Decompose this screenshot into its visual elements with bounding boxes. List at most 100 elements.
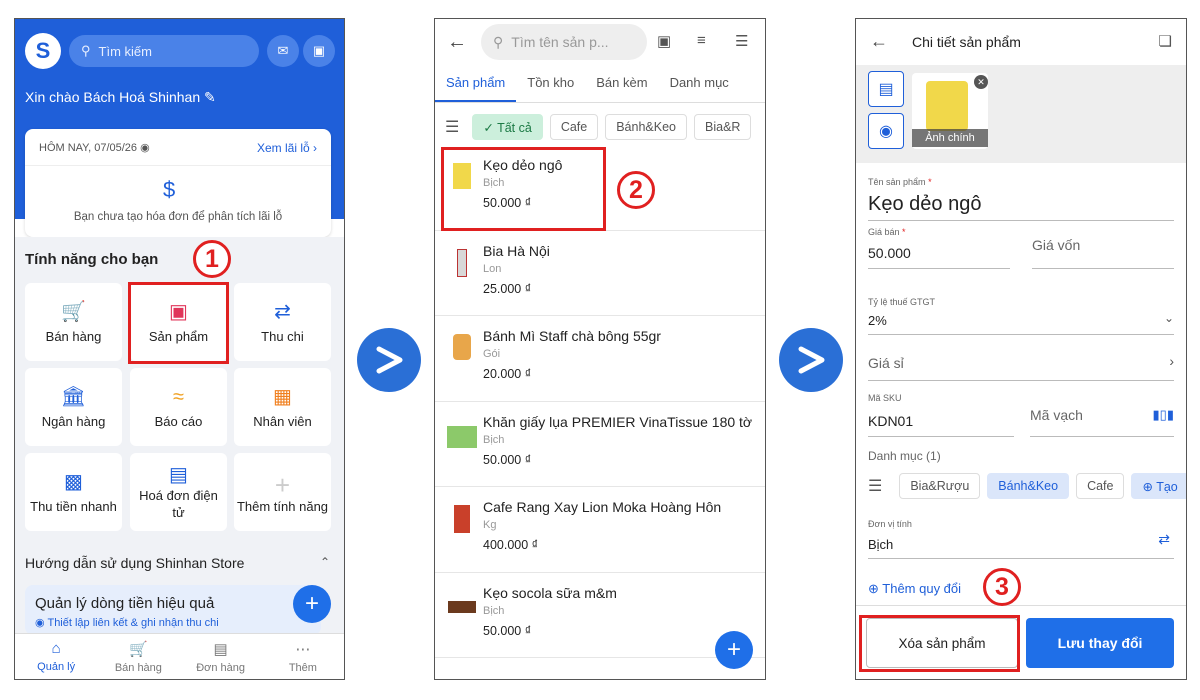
feature-add-more[interactable]: + Thêm tính năng <box>234 453 331 531</box>
chat-icon[interactable]: ✉ <box>267 35 299 67</box>
feature-income-expense[interactable]: ⇄ Thu chi <box>234 283 331 361</box>
swap-icon[interactable]: ⇄ <box>1158 531 1170 548</box>
eye-icon[interactable]: ◉ <box>140 142 150 154</box>
report-date: HÔM NAY, 07/05/26 ◉ <box>39 142 150 154</box>
edit-icon[interactable]: ✎ <box>204 89 216 105</box>
category-chip[interactable]: Bia&Rượu <box>899 473 981 499</box>
copy-icon[interactable]: ❏ <box>1159 32 1172 50</box>
promo-subtitle: ◉ Thiết lập liên kết & ghi nhận thu chi <box>35 617 219 629</box>
cost-price-field[interactable]: Giá vốn <box>1032 227 1174 269</box>
menu-icon[interactable]: ☰ <box>445 117 459 137</box>
cart-icon: 🛒 <box>129 640 148 658</box>
unit-field[interactable]: Đơn vị tính Bịch ⇄ <box>868 519 1174 559</box>
category-chips: ☰ Bia&Rượu Bánh&Keo Cafe ⊕ Tạo <box>868 473 1186 499</box>
search-icon: ⚲ <box>81 43 91 58</box>
search-icon: ⚲ <box>493 33 504 50</box>
remove-image-icon[interactable]: ✕ <box>974 75 988 89</box>
category-chip[interactable]: Cafe <box>1076 473 1125 499</box>
tab-bar: Sản phẩm Tồn kho Bán kèm Danh mục <box>435 71 765 103</box>
product-list-screen: ← ⚲ Tìm tên sản p... ▣ ≡ ☰ Sản phẩm Tồn … <box>434 18 766 680</box>
app-logo: S <box>25 33 61 69</box>
transfer-icon: ⇄ <box>274 300 291 323</box>
back-arrow-icon[interactable]: ← <box>870 31 888 52</box>
tab-bundles[interactable]: Bán kèm <box>585 71 658 102</box>
chevron-right-icon: › <box>1169 353 1174 369</box>
features-title: Tính năng cho bạn <box>25 251 159 268</box>
wholesale-price-row[interactable]: Giá sỉ › <box>868 345 1174 381</box>
guide-title: Hướng dẫn sử dụng Shinhan Store <box>25 555 245 571</box>
add-fab[interactable]: + <box>293 585 331 623</box>
step-marker-3: 3 <box>983 568 1021 606</box>
step-marker-1: 1 <box>193 240 231 278</box>
product-image <box>447 501 477 541</box>
save-changes-button[interactable]: Lưu thay đổi <box>1026 618 1174 668</box>
product-row[interactable]: Bánh Mì Staff chà bông 55gr Gói 20.000 ₫ <box>435 316 765 402</box>
cart-plus-icon: 🛒 <box>61 300 86 323</box>
add-conversion-link[interactable]: ⊕ Thêm quy đổi <box>868 581 961 597</box>
sort-icon[interactable]: ≡ <box>697 32 706 49</box>
category-chip[interactable]: Bánh&Keo <box>987 473 1070 499</box>
tab-inventory[interactable]: Tồn kho <box>516 71 585 102</box>
product-detail-screen: ← Chi tiết sản phẩm ❏ ▤ ◉ Ảnh chính ✕ Tê… <box>855 18 1187 680</box>
product-image <box>447 330 477 370</box>
category-filter: ☰ ✓ Tất cả Cafe Bánh&Keo Bia&R <box>445 113 765 141</box>
camera-icon[interactable]: ◉ <box>868 113 904 149</box>
sku-field[interactable]: Mã SKU KDN01 <box>868 393 1014 437</box>
nav-more[interactable]: ⋯ Thêm <box>262 634 344 679</box>
menu-icon[interactable]: ☰ <box>868 476 882 496</box>
next-step-arrow-icon <box>779 328 843 392</box>
greeting: Xin chào Bách Hoá Shinhan ✎ <box>25 89 216 105</box>
chip-drinks[interactable]: Bia&R <box>694 114 752 140</box>
vat-rate-select[interactable]: Tỷ lệ thuế GTGT 2% ⌄ <box>868 297 1174 335</box>
list-view-icon[interactable]: ☰ <box>735 32 748 50</box>
image-section <box>856 65 1186 163</box>
main-image-label: Ảnh chính <box>912 129 988 147</box>
product-image <box>447 245 477 285</box>
product-row[interactable]: Bia Hà Nội Lon 25.000 ₫ <box>435 231 765 316</box>
feature-sales[interactable]: 🛒 Bán hàng <box>25 283 122 361</box>
barcode-icon[interactable]: ▮▯▮ <box>1153 407 1174 423</box>
page-title: Chi tiết sản phẩm <box>912 34 1021 50</box>
add-product-fab[interactable]: + <box>715 631 753 669</box>
more-icon: ⋯ <box>295 640 311 658</box>
product-image <box>447 587 477 627</box>
feature-staff[interactable]: ▦ Nhân viên <box>234 368 331 446</box>
product-search-bar[interactable]: ⚲ Tìm tên sản p... <box>481 24 647 60</box>
nav-manage[interactable]: ⌂ Quản lý <box>15 634 97 679</box>
next-step-arrow-icon <box>357 328 421 392</box>
tab-products[interactable]: Sản phẩm <box>435 71 517 102</box>
nav-orders[interactable]: ▤ Đơn hàng <box>180 634 262 679</box>
chart-icon: ≈ <box>173 385 184 408</box>
feature-report[interactable]: ≈ Báo cáo <box>130 368 227 446</box>
chip-cafe[interactable]: Cafe <box>549 114 599 140</box>
home-icon: ⌂ <box>51 640 61 657</box>
highlight-delete-button <box>859 615 1020 672</box>
feature-bank[interactable]: 🏛 Ngân hàng <box>25 368 122 446</box>
chip-all[interactable]: ✓ Tất cả <box>472 114 543 140</box>
feature-quick-pay[interactable]: ▩ Thu tiền nhanh <box>25 453 122 531</box>
nav-sales[interactable]: 🛒 Bán hàng <box>97 634 179 679</box>
product-row[interactable]: Cafe Rang Xay Lion Moka Hoàng Hôn Kg 400… <box>435 487 765 573</box>
view-profit-link[interactable]: Xem lãi lỗ › <box>257 141 317 155</box>
feature-e-invoice[interactable]: ▤ Hoá đơn điện tử <box>130 453 227 531</box>
product-row[interactable]: Khăn giấy lụa PREMIER VinaTissue 180 tờ … <box>435 402 765 487</box>
back-arrow-icon[interactable]: ← <box>447 31 467 54</box>
empty-report-text: Bạn chưa tạo hóa đơn để phân tích lãi lỗ <box>73 211 283 223</box>
chevron-up-icon[interactable]: ⌃ <box>320 555 330 569</box>
scan-icon[interactable]: ▣ <box>657 32 671 50</box>
barcode-field[interactable]: Mã vạch ▮▯▮ <box>1030 393 1174 437</box>
gallery-icon[interactable]: ▤ <box>868 71 904 107</box>
search-bar[interactable]: ⚲ Tìm kiếm <box>69 35 259 67</box>
receipt-icon: ▤ <box>213 640 228 658</box>
chip-snacks[interactable]: Bánh&Keo <box>605 114 687 140</box>
chevron-down-icon: ⌄ <box>1163 311 1174 325</box>
product-name-field[interactable]: Tên sản phẩm * Kẹo dẻo ngô <box>868 177 1174 221</box>
sale-price-field[interactable]: Giá bán * 50.000 <box>868 227 1010 269</box>
tab-categories[interactable]: Danh mục <box>659 71 740 102</box>
qr-icon: ▩ <box>64 470 83 493</box>
scan-icon[interactable]: ▣ <box>303 35 335 67</box>
create-category-chip[interactable]: ⊕ Tạo <box>1131 473 1186 499</box>
dollar-chart-icon: $ <box>163 177 176 202</box>
search-placeholder: Tìm tên sản p... <box>511 34 609 50</box>
promo-title: Quản lý dòng tiền hiệu quả <box>35 595 215 612</box>
